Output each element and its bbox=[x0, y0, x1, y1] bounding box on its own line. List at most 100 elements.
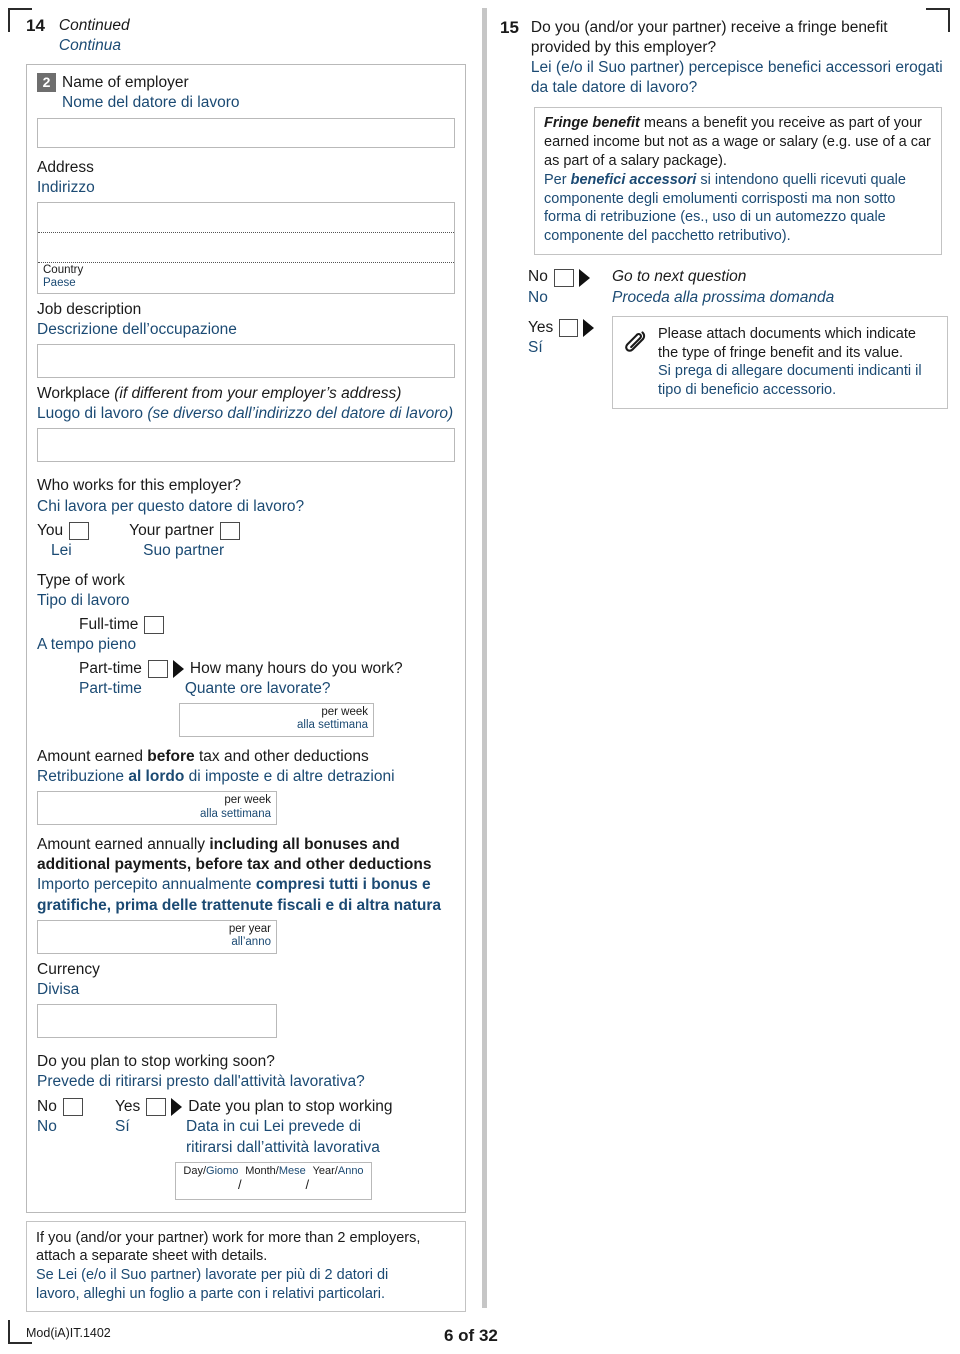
earnings-before-unit-it: alla settimana bbox=[200, 807, 271, 820]
partner-checkbox[interactable] bbox=[219, 521, 240, 540]
stop-working-options: No No Yes Date you plan to stop working … bbox=[37, 1097, 455, 1200]
goto-next-question-en: Go to next question bbox=[612, 268, 747, 286]
address-input-group: Country Paese bbox=[37, 201, 455, 294]
type-of-work-label-en: Type of work bbox=[37, 571, 125, 589]
hours-per-week-input[interactable]: per week alla settimana bbox=[179, 702, 374, 737]
currency-input[interactable] bbox=[37, 1003, 277, 1038]
arrow-right-icon-2 bbox=[171, 1098, 183, 1117]
workplace-label-en-note: (if different from your employer’s addre… bbox=[114, 385, 402, 403]
paperclip-icon bbox=[623, 325, 649, 363]
employer-name-label-row: 2 Name of employer Nome del datore di la… bbox=[37, 73, 455, 113]
hours-question-it: Quante ore lavorate? bbox=[184, 679, 331, 697]
fulltime-label-en: Full-time bbox=[79, 616, 139, 634]
job-description-input[interactable] bbox=[37, 344, 455, 379]
stop-date-label-it: Data in cui Lei prevede di ritirarsi dal… bbox=[186, 1118, 380, 1156]
you-label-it: Lei bbox=[51, 541, 72, 559]
form-page: 14 Continued Continua 2 Name of employer… bbox=[0, 0, 960, 1354]
parttime-option: Part-time How many hours do you work? Pa… bbox=[37, 659, 455, 737]
fringe-answer-yes: Yes Sí Please attach documents which ind… bbox=[528, 315, 948, 410]
earnings-before-it-bold: al lordo bbox=[128, 767, 185, 785]
parttime-label-en: Part-time bbox=[79, 659, 142, 677]
address-line-1-input[interactable] bbox=[38, 203, 454, 233]
address-country-input[interactable]: Country Paese bbox=[38, 263, 454, 293]
stop-working-option-no: No No bbox=[37, 1097, 115, 1199]
definition-term-en: Fringe benefit bbox=[544, 114, 640, 131]
stop-working-question-en: Do you plan to stop working soon? bbox=[37, 1052, 275, 1070]
fulltime-option: Full-time A tempo pieno bbox=[37, 615, 455, 655]
column-divider bbox=[482, 8, 487, 1308]
who-works-options: You Lei Your partner Suo partner bbox=[37, 521, 455, 561]
stop-no-label-en: No bbox=[37, 1098, 57, 1116]
note-it-line1: Se Lei (e/o il Suo partner) lavorate per… bbox=[36, 1267, 389, 1284]
earnings-annual-input[interactable]: per year all’anno bbox=[37, 919, 277, 954]
workplace-label-en: Workplace bbox=[37, 385, 110, 403]
employer-name-label-en: Name of employer bbox=[62, 74, 189, 92]
type-of-work-label-it: Tipo di lavoro bbox=[37, 592, 130, 610]
address-label-en: Address bbox=[37, 158, 94, 176]
arrow-right-icon bbox=[172, 659, 184, 678]
hours-question-en: How many hours do you work? bbox=[189, 659, 403, 677]
who-works-option-partner: Your partner Suo partner bbox=[129, 521, 240, 561]
mod-code: Mod(iA)IT.1402 bbox=[26, 1326, 111, 1340]
earnings-before-en-post: tax and other deductions bbox=[194, 747, 369, 765]
right-column: 15 Do you (and/or your partner) receive … bbox=[500, 18, 948, 410]
fringe-no-label-it: No bbox=[528, 288, 548, 306]
fulltime-checkbox[interactable] bbox=[144, 616, 165, 635]
question-15-number: 15 bbox=[500, 18, 519, 37]
parttime-checkbox[interactable] bbox=[147, 659, 168, 678]
note-it-line2: lavoro, alleghi un foglio a parte con i … bbox=[36, 1286, 385, 1303]
continued-label-en: Continued bbox=[58, 17, 130, 34]
date-day-it: Giomo bbox=[206, 1164, 239, 1177]
employer-details-box: 2 Name of employer Nome del datore di la… bbox=[26, 64, 466, 1213]
note-en-line2: attach a separate sheet with details. bbox=[36, 1248, 268, 1265]
earnings-before-it-pre: Retribuzione bbox=[37, 767, 129, 785]
stop-no-checkbox[interactable] bbox=[62, 1098, 83, 1117]
arrow-right-icon-4 bbox=[583, 318, 594, 337]
fulltime-label-it: A tempo pieno bbox=[37, 636, 137, 654]
workplace-label: Workplace (if different from your employ… bbox=[37, 384, 455, 424]
fringe-yes-label-en: Yes bbox=[528, 318, 554, 336]
question-15-heading: 15 Do you (and/or your partner) receive … bbox=[500, 18, 948, 99]
who-works-question: Who works for this employer? Chi lavora … bbox=[37, 476, 455, 516]
address-line-2-input[interactable] bbox=[38, 233, 454, 263]
earnings-before-it-post: di imposte e di altre detrazioni bbox=[184, 767, 395, 785]
workplace-label-it-note: (se diverso dall’indirizzo del datore di… bbox=[147, 405, 454, 423]
hours-unit-en: per week bbox=[321, 705, 368, 718]
stop-working-option-yes: Yes Date you plan to stop working Sí Dat… bbox=[115, 1097, 393, 1200]
date-separators: / / bbox=[176, 1177, 371, 1192]
address-label-it: Indirizzo bbox=[37, 178, 95, 196]
continued-label-it: Continua bbox=[58, 37, 121, 55]
country-label-it: Paese bbox=[43, 277, 76, 290]
fringe-yes-checkbox[interactable] bbox=[559, 318, 578, 337]
date-slash-2: / bbox=[305, 1176, 310, 1192]
definition-term-it: benefici accessori bbox=[570, 171, 697, 188]
page-footer: Mod(iA)IT.1402 6 of 32 bbox=[26, 1326, 934, 1345]
parttime-label-it: Part-time bbox=[79, 679, 142, 697]
job-description-label: Job description Descrizione dell’occupaz… bbox=[37, 300, 455, 340]
partner-label-en: Your partner bbox=[129, 521, 214, 539]
date-day-en: Day/ bbox=[183, 1164, 207, 1177]
question-14-heading: 14 Continued Continua bbox=[26, 16, 466, 56]
arrow-right-icon-3 bbox=[578, 268, 590, 287]
attach-documents-box: Please attach documents which indicate t… bbox=[612, 315, 948, 410]
stop-yes-checkbox[interactable] bbox=[146, 1098, 167, 1117]
fringe-no-checkbox[interactable] bbox=[553, 268, 574, 287]
earnings-before-label: Amount earned before tax and other deduc… bbox=[37, 747, 455, 787]
stop-working-date-input[interactable]: Day/Giomo Month/Mese Year/Anno / / bbox=[175, 1161, 372, 1200]
you-checkbox[interactable] bbox=[69, 521, 90, 540]
date-year-it: Anno bbox=[337, 1164, 364, 1177]
stop-yes-label-en: Yes bbox=[115, 1098, 141, 1116]
earnings-annual-en-pre: Amount earned annually bbox=[37, 836, 210, 854]
employer-name-input[interactable] bbox=[37, 117, 455, 148]
workplace-input[interactable] bbox=[37, 428, 455, 463]
country-label-en: Country bbox=[43, 263, 84, 276]
who-works-question-it: Chi lavora per questo datore di lavoro? bbox=[37, 497, 305, 515]
stop-yes-label-it: Sí bbox=[115, 1118, 130, 1136]
attach-text-it: Si prega di allegare documenti indicanti… bbox=[658, 363, 922, 399]
multiple-employers-note: If you (and/or your partner) work for mo… bbox=[26, 1220, 466, 1313]
you-label-en: You bbox=[37, 521, 64, 539]
date-month-en: Month/ bbox=[245, 1164, 279, 1177]
address-label: Address Indirizzo bbox=[37, 158, 455, 198]
earnings-before-input[interactable]: per week alla settimana bbox=[37, 791, 277, 826]
question-15-text-en: Do you (and/or your partner) receive a f… bbox=[530, 19, 888, 57]
